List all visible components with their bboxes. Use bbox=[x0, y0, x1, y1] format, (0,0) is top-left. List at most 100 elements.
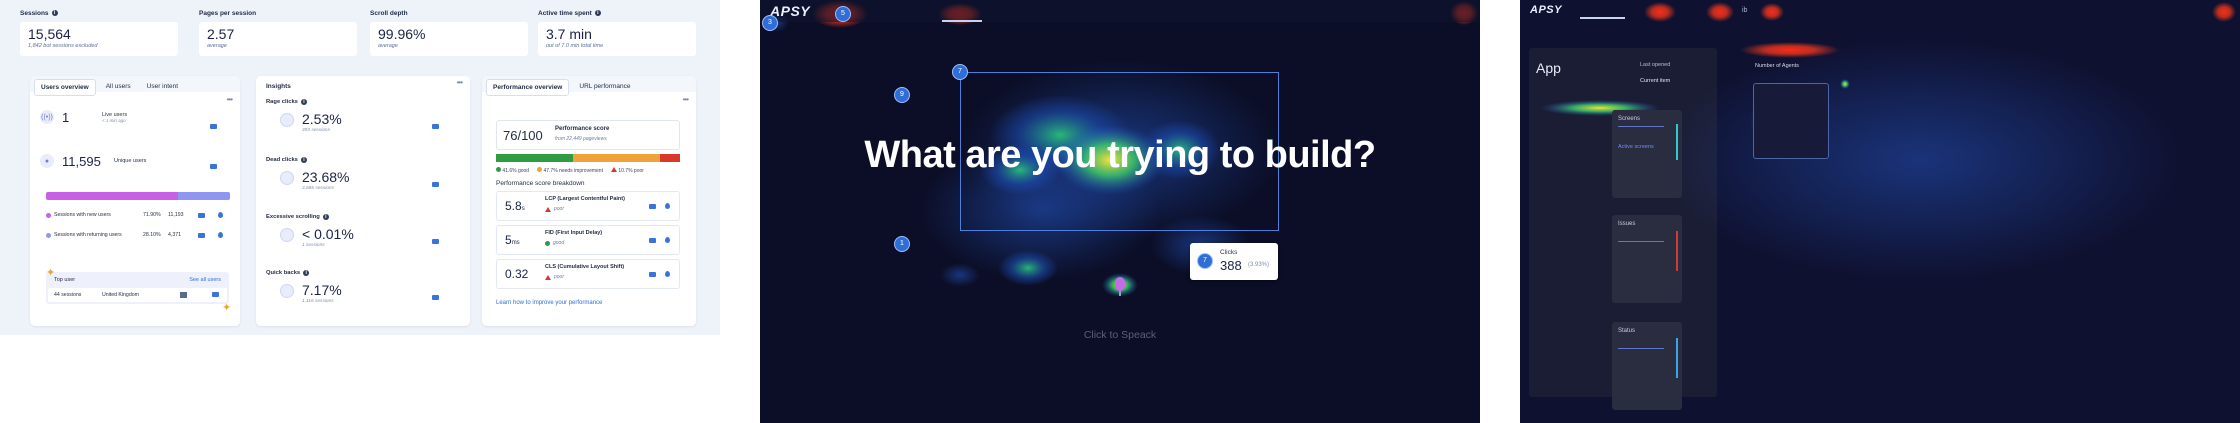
breakdown-value: 5.8 bbox=[505, 199, 522, 213]
recording-icon[interactable] bbox=[432, 124, 439, 129]
click-marker[interactable]: 5 bbox=[835, 6, 851, 22]
warning-icon bbox=[545, 206, 551, 212]
more-options-icon[interactable]: ••• bbox=[457, 78, 463, 87]
heatmap-icon[interactable] bbox=[218, 212, 223, 218]
recording-icon[interactable] bbox=[210, 164, 217, 169]
heatmap-app-view: APSY ib App Last opened Current item Scr… bbox=[1520, 0, 2240, 423]
kpi-value: 99.96% bbox=[378, 26, 426, 42]
legend-label: Sessions with new users bbox=[54, 212, 111, 218]
recording-icon[interactable] bbox=[649, 204, 656, 209]
heatmap-icon[interactable] bbox=[665, 237, 670, 243]
insight-dead-clicks[interactable]: Dead clicks i 23.68% 3,686 sessions bbox=[266, 157, 426, 201]
breakdown-fid[interactable]: 5ms FID (First Input Delay) good bbox=[496, 225, 680, 255]
breakdown-lcp[interactable]: 5.8s LCP (Largest Contentful Paint) poor bbox=[496, 191, 680, 221]
click-marker: 7 bbox=[1197, 253, 1213, 269]
recording-icon[interactable] bbox=[432, 239, 439, 244]
hero-headline: What are you trying to build? bbox=[864, 134, 1376, 176]
panel-accent bbox=[1676, 231, 1678, 271]
microphone-stand bbox=[1119, 291, 1121, 296]
preview-thumbnail[interactable] bbox=[1753, 83, 1829, 159]
panel-divider bbox=[1618, 348, 1664, 349]
apsy-logo[interactable]: APSY bbox=[770, 3, 810, 19]
tab-user-intent[interactable]: User intent bbox=[141, 79, 184, 96]
info-icon[interactable]: i bbox=[594, 10, 601, 16]
more-options-icon[interactable]: ••• bbox=[227, 95, 233, 104]
kpi-pages-per-session[interactable]: Pages per session 2.57 average bbox=[199, 8, 357, 56]
recording-icon[interactable] bbox=[198, 233, 205, 238]
see-all-users-link[interactable]: See all users bbox=[189, 277, 221, 283]
recording-icon[interactable] bbox=[649, 238, 656, 243]
sparkle-icon: ✦ bbox=[46, 267, 56, 279]
insight-quick-backs[interactable]: Quick backs i 7.17% 1,116 sessions bbox=[266, 270, 426, 314]
active-nav-underline bbox=[942, 20, 982, 22]
nav-item-fragment[interactable]: ib bbox=[1742, 7, 1747, 14]
recording-icon[interactable] bbox=[210, 124, 217, 129]
active-screens-link[interactable]: Active screens bbox=[1618, 144, 1654, 150]
heatmap-hero-view: APSY What are you trying to build? 3 5 9… bbox=[760, 0, 1480, 423]
click-marker[interactable]: 1 bbox=[894, 236, 910, 252]
recording-icon[interactable] bbox=[432, 295, 439, 300]
user-icon: ● bbox=[40, 154, 54, 168]
heatmap-icon[interactable] bbox=[218, 232, 223, 238]
insight-excessive-scrolling[interactable]: Excessive scrolling i < 0.01% 1 sessions bbox=[266, 214, 426, 258]
issues-panel[interactable]: Issues bbox=[1612, 215, 1682, 303]
metric-value: 11,595 bbox=[62, 153, 101, 169]
click-marker[interactable]: 9 bbox=[894, 87, 910, 103]
top-user-label: Top user bbox=[54, 277, 76, 283]
kpi-sub: average bbox=[207, 43, 227, 49]
legend-new-users: Sessions with new users 71.90% 11,193 bbox=[46, 212, 183, 218]
good-segment bbox=[496, 154, 573, 162]
legend-swatch bbox=[46, 232, 51, 238]
recording-icon[interactable] bbox=[198, 213, 205, 218]
tab-performance-overview[interactable]: Performance overview bbox=[486, 79, 570, 96]
tab-users-overview[interactable]: Users overview bbox=[34, 79, 96, 96]
heatmap-icon[interactable] bbox=[665, 203, 670, 209]
insight-label: Rage clicks bbox=[266, 99, 298, 105]
metric-label: Live users bbox=[102, 111, 128, 118]
recording-icon[interactable] bbox=[432, 182, 439, 187]
breakdown-unit: s bbox=[521, 206, 525, 212]
performance-distribution-bar bbox=[496, 154, 680, 162]
click-marker[interactable]: 7 bbox=[952, 64, 968, 80]
scroll-icon bbox=[280, 228, 294, 242]
kpi-label: Scroll depth bbox=[370, 9, 408, 17]
kpi-sessions[interactable]: Sessions i 15,564 1,842 bot sessions exclu… bbox=[20, 8, 178, 56]
legend-returning-users: Sessions with returning users 28.10% 4,3… bbox=[46, 232, 181, 238]
kpi-label: Pages per session bbox=[199, 9, 257, 17]
microphone-icon[interactable] bbox=[1115, 277, 1125, 291]
legend-pct: 71.90% bbox=[143, 212, 161, 218]
insights-card: Insights ••• Rage clicks i 2.53% 393 sess… bbox=[256, 76, 470, 326]
kpi-scroll-depth[interactable]: Scroll depth 99.96% average bbox=[370, 8, 528, 56]
status-panel[interactable]: Status bbox=[1612, 322, 1682, 410]
recording-icon[interactable] bbox=[212, 292, 219, 297]
screens-panel[interactable]: Screens Active screens bbox=[1612, 110, 1682, 198]
field-value[interactable]: Current item bbox=[1640, 78, 1670, 84]
click-to-speak-label[interactable]: Click to Speack bbox=[760, 329, 1480, 341]
insight-sub: 393 sessions bbox=[302, 128, 330, 133]
info-icon[interactable]: i bbox=[51, 10, 58, 16]
breakdown-rating: poor bbox=[554, 206, 565, 212]
heatmap-icon[interactable] bbox=[665, 271, 670, 277]
tab-all-users[interactable]: All users bbox=[100, 79, 137, 96]
click-marker[interactable]: 3 bbox=[762, 15, 778, 31]
poor-segment bbox=[660, 154, 680, 162]
performance-score-sub: from 22,449 pageviews bbox=[555, 136, 607, 142]
insight-rage-clicks[interactable]: Rage clicks i 2.53% 393 sessions bbox=[266, 99, 426, 143]
tab-url-performance[interactable]: URL performance bbox=[573, 79, 636, 96]
info-icon[interactable]: i bbox=[300, 157, 307, 163]
apsy-logo[interactable]: APSY bbox=[1530, 4, 1562, 16]
breakdown-cls[interactable]: 0.32 CLS (Cumulative Layout Shift) poor bbox=[496, 259, 680, 289]
info-icon[interactable]: i bbox=[303, 270, 310, 276]
breakdown-title: Performance score breakdown bbox=[496, 180, 585, 187]
more-options-icon[interactable]: ••• bbox=[683, 95, 689, 104]
info-icon[interactable]: i bbox=[300, 99, 307, 105]
info-icon[interactable]: i bbox=[322, 214, 329, 220]
insight-value: 2.53% bbox=[302, 111, 342, 127]
insight-label: Excessive scrolling bbox=[266, 214, 320, 220]
learn-performance-link[interactable]: Learn how to improve your performance bbox=[496, 300, 602, 306]
top-user-row[interactable]: 44 sessions United Kingdom bbox=[48, 288, 227, 302]
quick-back-icon bbox=[280, 284, 294, 298]
kpi-active-time[interactable]: Active time spent i 3.7 min out of 7.0 min… bbox=[538, 8, 696, 56]
recording-icon[interactable] bbox=[649, 272, 656, 277]
site-navbar bbox=[760, 0, 1480, 22]
